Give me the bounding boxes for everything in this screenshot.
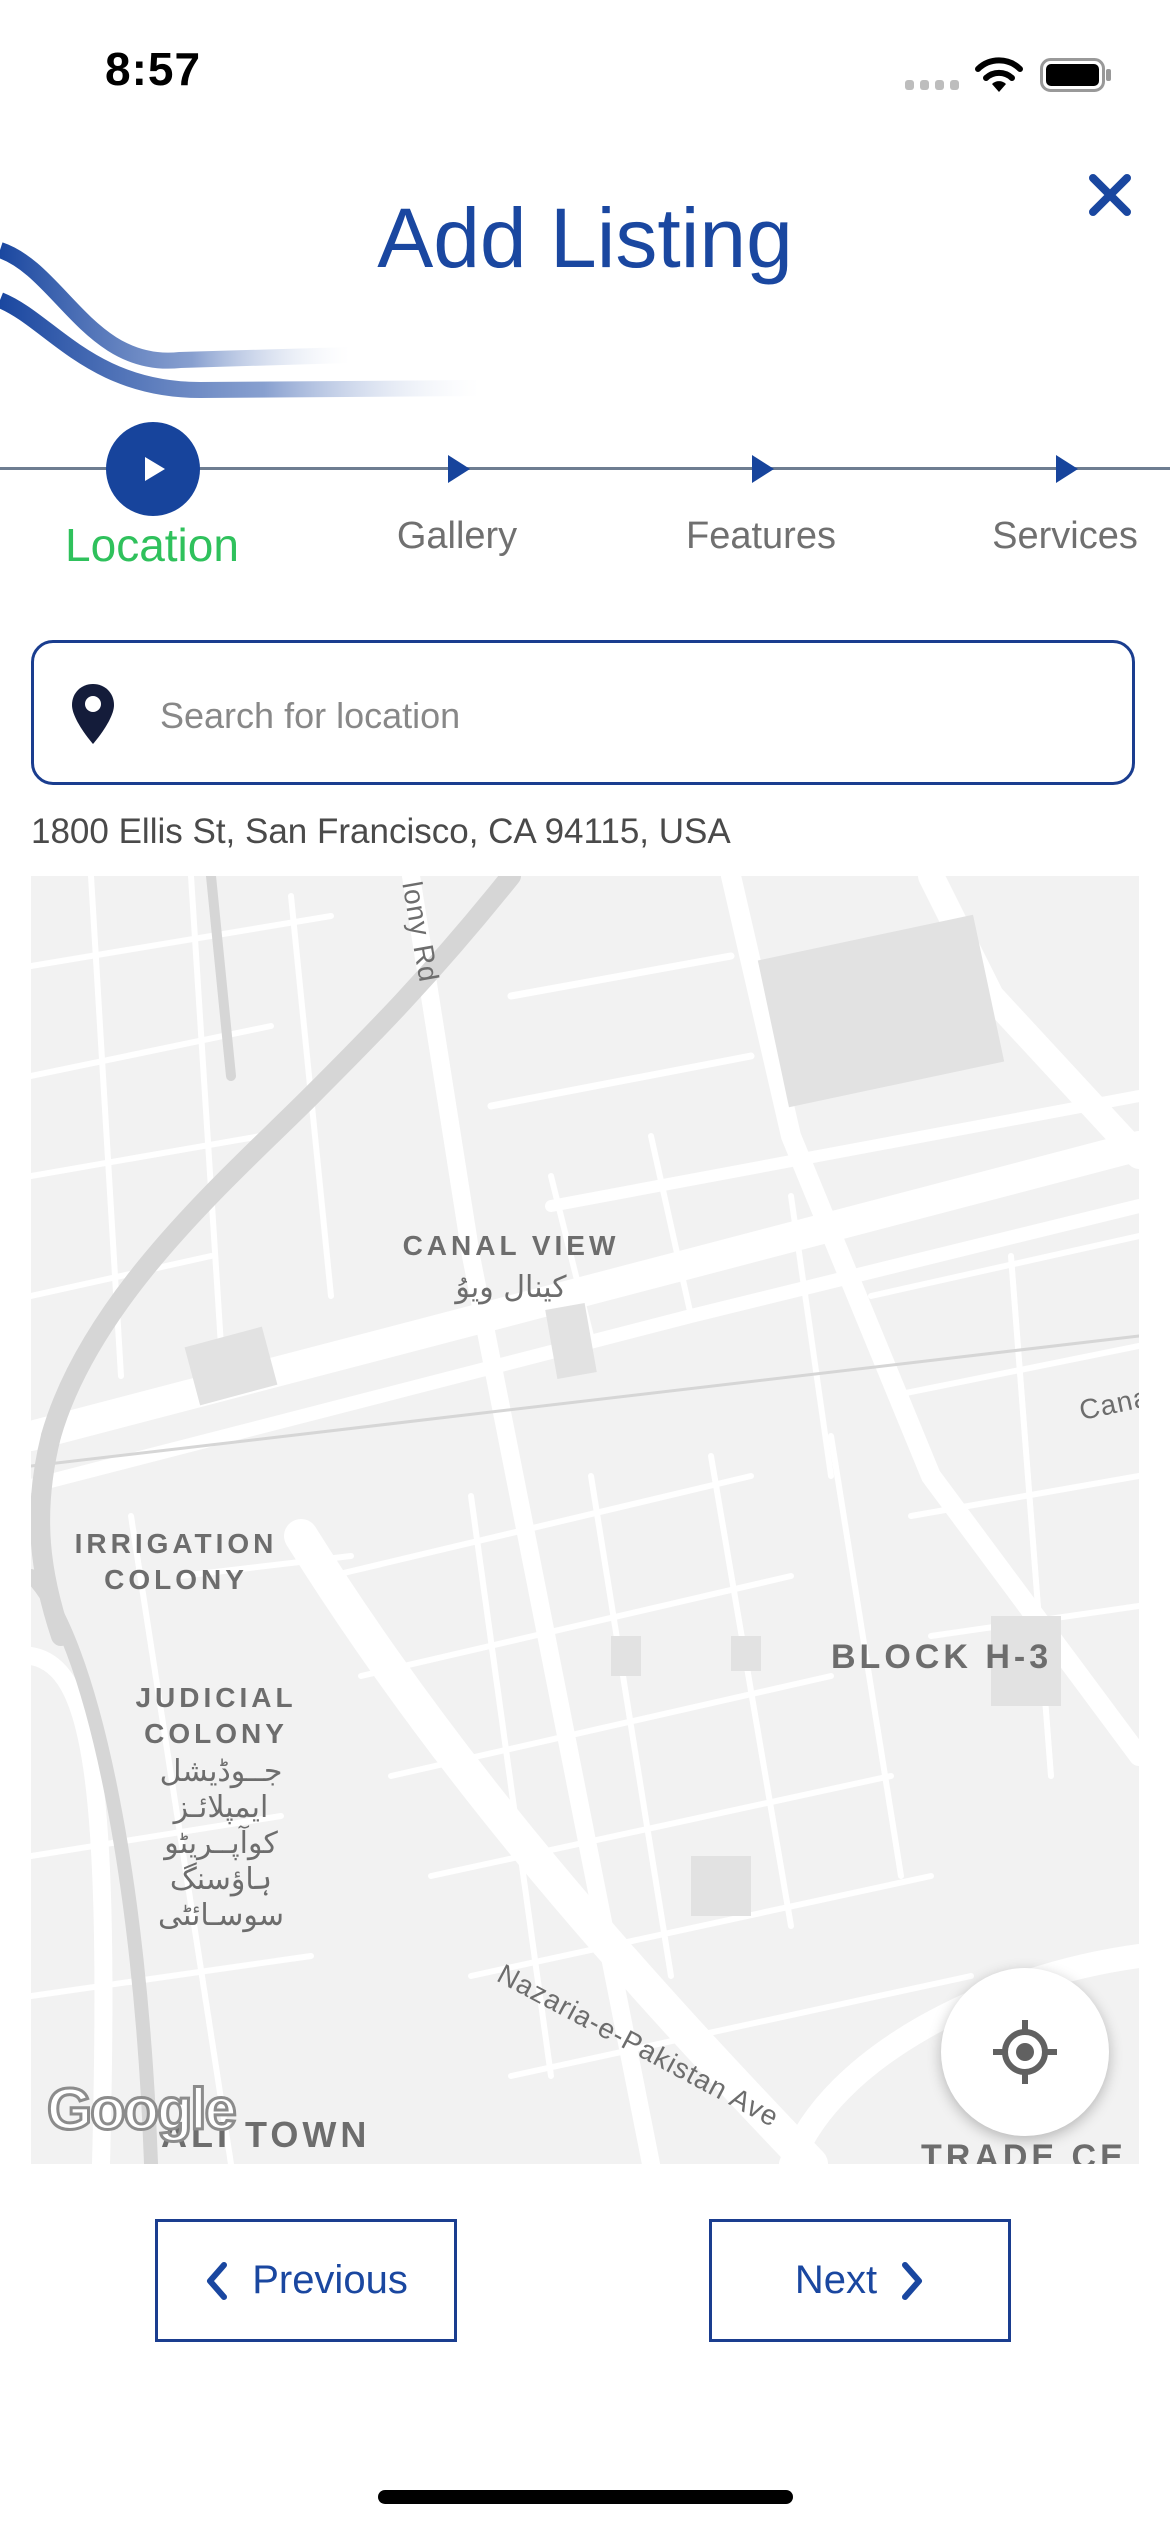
selected-address: 1800 Ellis St, San Francisco, CA 94115, … — [31, 812, 731, 851]
map-label-judicial-urdu-4: ہاؤسنگ — [169, 1862, 273, 1897]
play-icon — [145, 457, 165, 481]
close-icon[interactable] — [1085, 170, 1135, 220]
map-label-judicial-urdu-5: سوسـائٹی — [157, 1898, 285, 1933]
map-label-irrigation-colony-1: IRRIGATION — [74, 1528, 278, 1559]
home-indicator[interactable] — [378, 2490, 793, 2504]
map-label-canal-view-urdu: کینال ویوُ — [455, 1270, 567, 1305]
step-services-indicator[interactable] — [1056, 455, 1078, 483]
step-label-features[interactable]: Features — [641, 515, 881, 558]
chevron-right-icon — [902, 2261, 923, 2300]
map-label-canal-view: CANAL VIEW — [402, 1230, 620, 1261]
my-location-button[interactable] — [941, 1968, 1109, 2136]
map-label-irrigation-colony-2: COLONY — [104, 1564, 248, 1595]
map-pin-icon — [72, 684, 114, 744]
step-gallery-indicator[interactable] — [448, 455, 470, 483]
previous-button-label: Previous — [252, 2258, 408, 2302]
next-button-label: Next — [794, 2258, 878, 2302]
page-title: Add Listing — [377, 191, 793, 285]
cellular-signal-icon — [905, 80, 961, 90]
map-label-judicial-colony-2: COLONY — [144, 1718, 288, 1749]
next-button[interactable]: Next — [709, 2219, 1011, 2342]
step-label-location[interactable]: Location — [32, 518, 272, 572]
map-label-trade-centre: TRADE CE — [921, 2138, 1127, 2164]
wifi-icon — [975, 57, 1023, 92]
search-input[interactable] — [158, 680, 1062, 752]
previous-button[interactable]: Previous — [155, 2219, 457, 2342]
map-streets — [31, 876, 1139, 2164]
map-view[interactable]: CANAL VIEW کینال ویوُ IRRIGATION COLONY … — [31, 876, 1139, 2164]
map-label-judicial-urdu-3: کوآپــریٹو — [164, 1826, 278, 1861]
map-label-judicial-colony-1: JUDICIAL — [135, 1682, 297, 1713]
crosshair-icon — [993, 2020, 1057, 2084]
chevron-left-icon — [207, 2261, 228, 2300]
map-label-judicial-urdu-2: ایمپلائـز — [173, 1790, 269, 1825]
status-time: 8:57 — [105, 43, 202, 95]
step-location-indicator[interactable] — [106, 422, 200, 516]
map-label-block-h3: BLOCK H-3 — [831, 1638, 1053, 1676]
step-label-services[interactable]: Services — [945, 515, 1170, 558]
battery-icon — [1040, 58, 1111, 92]
map-label-judicial-urdu-1: جــوڈیشل — [159, 1754, 283, 1789]
google-logo: Google — [46, 2076, 239, 2144]
step-label-gallery[interactable]: Gallery — [337, 515, 577, 558]
step-features-indicator[interactable] — [752, 455, 774, 483]
